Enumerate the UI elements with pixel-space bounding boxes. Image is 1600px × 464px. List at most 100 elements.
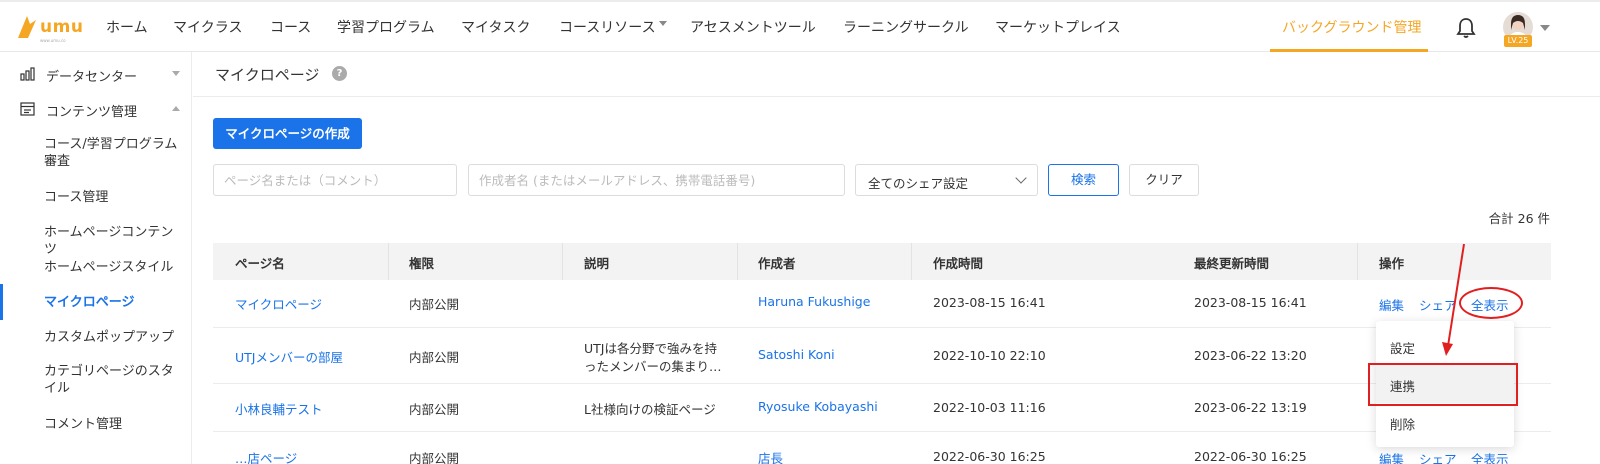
nav-admin[interactable]: バックグラウンド管理 — [1270, 2, 1428, 52]
author-link[interactable]: Satoshi Koni — [758, 347, 835, 362]
nav-program[interactable]: 学習プログラム — [337, 17, 435, 37]
column-header: 最終更新時間 — [1194, 256, 1270, 271]
description-cell-line-2: ったメンバーの集まり… — [584, 359, 722, 374]
brand-name: umu — [40, 17, 84, 37]
sidebar-item-category-style[interactable]: カテゴリページのスタイル — [0, 363, 192, 399]
nav-learning-circle[interactable]: ラーニングサークル — [843, 17, 969, 37]
table-row: マイクロページ 内部公開 Haruna Fukushige 2023-08-15… — [213, 280, 1551, 328]
chevron-down-icon[interactable] — [1540, 25, 1550, 31]
sidebar-group-label: コンテンツ管理 — [46, 105, 138, 120]
column-header: 作成時間 — [933, 256, 984, 271]
show-all-link[interactable]: 全表示 — [1471, 449, 1509, 464]
sidebar-item-comment-management[interactable]: コメント管理 — [0, 416, 192, 436]
menu-item-delete[interactable]: 削除 — [1376, 403, 1514, 441]
chevron-down-icon — [1015, 172, 1027, 184]
column-header: 説明 — [584, 256, 610, 271]
page-name-link[interactable]: UTJメンバーの部屋 — [235, 347, 343, 366]
column-header: ページ名 — [235, 256, 285, 271]
sidebar-item-label: ホームページコンテンツ — [44, 225, 174, 257]
nav-marketplace[interactable]: マーケットプレイス — [995, 17, 1121, 37]
edit-link[interactable]: 編集 — [1379, 449, 1404, 464]
chevron-down-icon — [172, 71, 180, 76]
description-cell-line-1: UTJは各分野で強みを持 — [584, 341, 717, 356]
nav-my-task[interactable]: マイタスク — [461, 17, 530, 37]
sidebar-item-label: カテゴリページのスタイル — [44, 364, 174, 396]
content-icon — [20, 102, 35, 116]
chevron-down-icon — [658, 21, 667, 26]
create-micro-page-button[interactable]: マイクロページの作成 — [213, 118, 362, 149]
share-link[interactable]: シェア — [1419, 449, 1457, 464]
author-search-input[interactable] — [468, 164, 845, 196]
nav-assessment[interactable]: アセスメントツール — [690, 17, 816, 37]
main-header: マイクロページ ? — [193, 52, 1600, 97]
author-link[interactable]: Ryosuke Kobayashi — [758, 399, 878, 414]
sidebar-item-label: コース/学習プログラム審査 — [44, 137, 178, 169]
sidebar-item-course-review[interactable]: コース/学習プログラム審査 — [0, 136, 192, 172]
top-nav: umu www.umu.co ホーム マイクラス コース 学習プログラム マイタ… — [0, 0, 1600, 52]
permission-cell: 内部公開 — [409, 297, 460, 312]
updated-time-cell: 2023-06-22 13:19 — [1194, 400, 1307, 415]
column-header: 操作 — [1379, 256, 1405, 271]
page-title: マイクロページ — [215, 66, 320, 84]
level-badge: LV.25 — [1504, 35, 1532, 47]
brand-tagline: www.umu.co — [40, 38, 66, 43]
table-row: …店ページ 内部公開 店長 2022-06-30 16:25 2022-06-3… — [213, 432, 1551, 464]
sidebar-item-label: マイクロページ — [44, 295, 135, 310]
page-name-link[interactable]: …店ページ — [235, 448, 297, 464]
nav-course[interactable]: コース — [270, 17, 311, 37]
sidebar-item-course-management[interactable]: コース管理 — [0, 189, 192, 209]
column-divider — [1357, 243, 1358, 280]
table-row: UTJメンバーの部屋 内部公開 UTJは各分野で強みを持 ったメンバーの集まり…… — [213, 328, 1551, 384]
column-divider — [911, 243, 912, 280]
menu-item-settings[interactable]: 設定 — [1376, 327, 1514, 365]
description-cell: L社様向けの検証ページ — [584, 402, 716, 417]
nav-course-resources-label: コースリソース — [559, 20, 656, 36]
umu-logo[interactable]: umu www.umu.co — [16, 14, 86, 44]
help-icon[interactable]: ? — [332, 66, 347, 81]
logo-icon — [18, 16, 36, 38]
sidebar-item-micro-page[interactable]: マイクロページ — [0, 284, 192, 320]
permission-cell: 内部公開 — [409, 402, 460, 417]
bar-chart-icon — [20, 67, 35, 81]
nav-course-resources[interactable]: コースリソース — [559, 17, 667, 37]
page-name-link[interactable]: マイクロページ — [235, 294, 322, 313]
sidebar: データセンター コンテンツ管理 コース/学習プログラム審査 コース管理 ホームペ… — [0, 52, 192, 464]
nav-home[interactable]: ホーム — [106, 17, 148, 37]
clear-button[interactable]: クリア — [1129, 164, 1199, 196]
sidebar-item-custom-popup[interactable]: カスタムポップアップ — [0, 329, 192, 349]
column-header: 作成者 — [758, 256, 796, 271]
column-header: 権限 — [409, 256, 435, 271]
author-link[interactable]: 店長 — [758, 448, 783, 464]
total-count: 合計 26 件 — [1488, 211, 1550, 226]
sidebar-item-homepage-content[interactable]: ホームページコンテンツ — [0, 224, 192, 257]
sidebar-item-label: コース管理 — [44, 190, 109, 205]
edit-link[interactable]: 編集 — [1379, 295, 1404, 314]
sidebar-group-data-center[interactable]: データセンター — [0, 60, 192, 88]
sidebar-item-homepage-style[interactable]: ホームページスタイル — [0, 259, 192, 279]
sidebar-group-label: データセンター — [46, 70, 138, 85]
updated-time-cell: 2022-06-30 16:25 — [1194, 449, 1307, 464]
page-name-link[interactable]: 小林良輔テスト — [235, 399, 323, 418]
column-divider — [562, 243, 563, 280]
sidebar-item-label: カスタムポップアップ — [44, 330, 175, 345]
column-divider — [737, 243, 738, 280]
sidebar-item-label: コメント管理 — [44, 417, 123, 432]
author-link[interactable]: Haruna Fukushige — [758, 294, 870, 309]
annotation-ellipse — [1459, 287, 1523, 319]
page-name-search-input[interactable] — [213, 164, 457, 196]
permission-cell: 内部公開 — [409, 451, 460, 464]
annotation-rectangle — [1368, 363, 1518, 406]
bell-icon[interactable] — [1454, 16, 1478, 40]
sidebar-item-label: ホームページスタイル — [44, 260, 174, 275]
updated-time-cell: 2023-08-15 16:41 — [1194, 295, 1307, 310]
created-time-cell: 2023-08-15 16:41 — [933, 295, 1046, 310]
nav-my-class[interactable]: マイクラス — [173, 17, 242, 37]
search-button[interactable]: 検索 — [1048, 164, 1119, 196]
updated-time-cell: 2023-06-22 13:20 — [1194, 348, 1307, 363]
share-setting-select[interactable]: 全てのシェア設定 — [855, 164, 1038, 196]
share-link[interactable]: シェア — [1419, 295, 1457, 314]
chevron-up-icon — [172, 106, 180, 111]
menu-item-label: 削除 — [1390, 417, 1416, 432]
table-row: 小林良輔テスト 内部公開 L社様向けの検証ページ Ryosuke Kobayas… — [213, 384, 1551, 432]
sidebar-group-content[interactable]: コンテンツ管理 — [0, 95, 192, 123]
